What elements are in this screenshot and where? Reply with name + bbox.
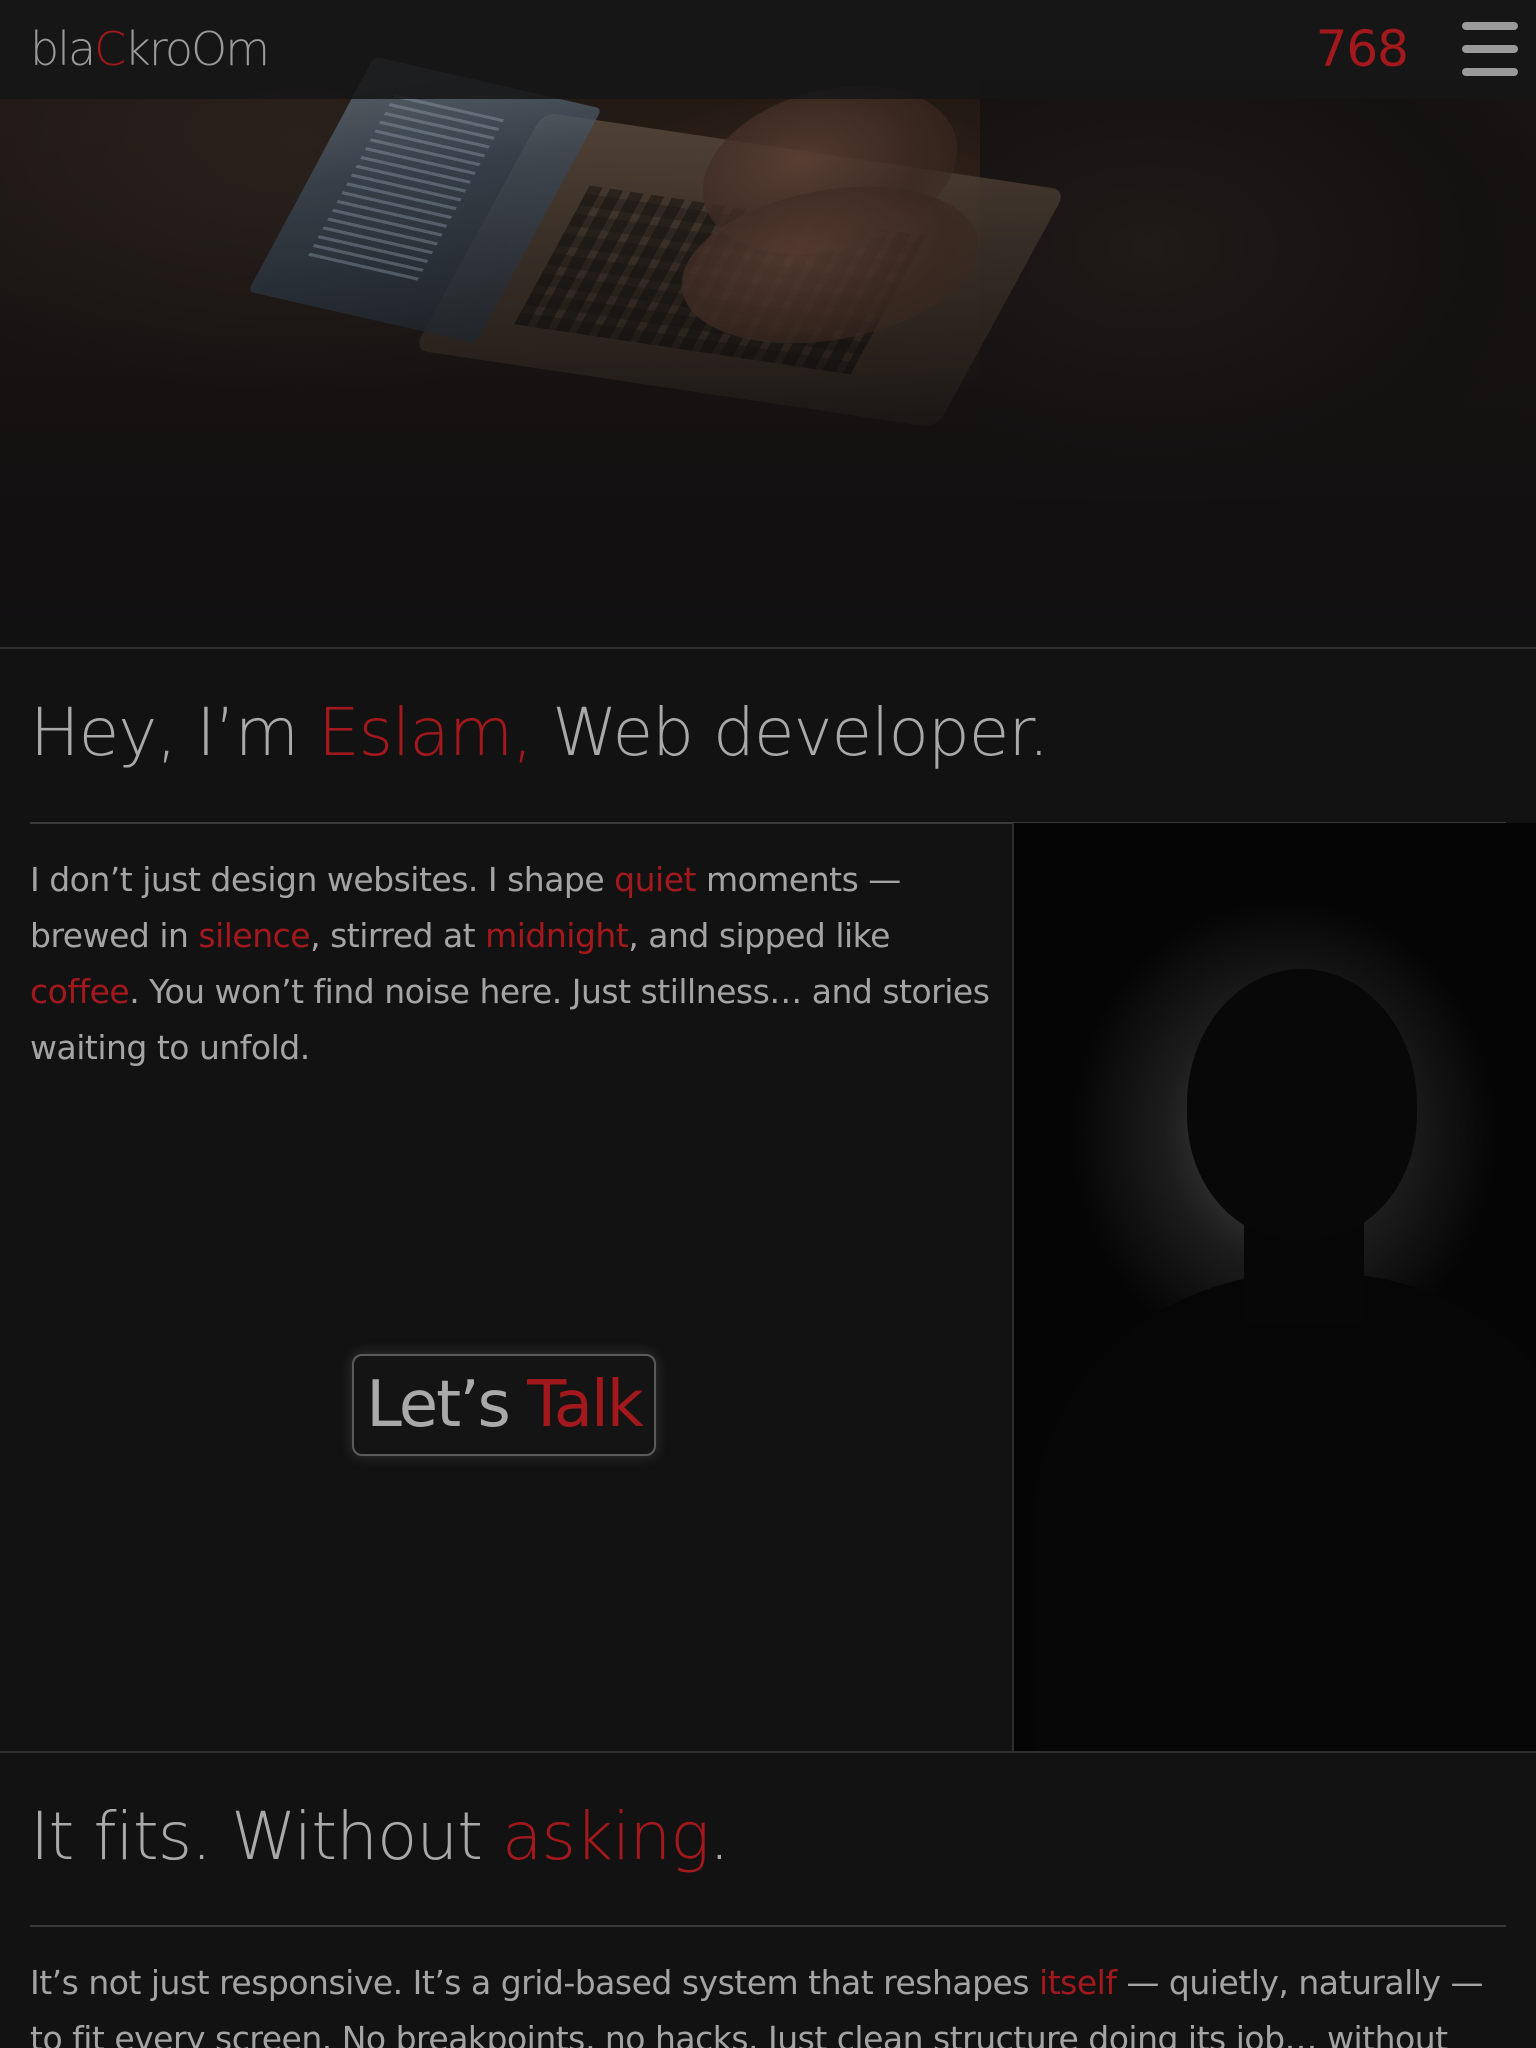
heading-text: It fits. Without <box>30 1798 503 1875</box>
accent-word: silence <box>198 916 311 955</box>
heading-text: Web developer. <box>532 694 1049 771</box>
section-divider <box>0 1751 1536 1753</box>
logo-part: kro <box>124 22 193 76</box>
silhouette-portrait <box>1014 823 1536 1751</box>
logo-accent: C <box>94 22 126 76</box>
fits-divider <box>30 1925 1506 1927</box>
hero-fade <box>0 380 1536 647</box>
heading-text: Hey, I’m <box>30 694 318 771</box>
text-span: . You won’t find noise here. Just stilln… <box>30 972 990 1067</box>
silhouette-body <box>1034 1273 1536 1751</box>
heading-text: . <box>708 1798 730 1875</box>
logo-part: m <box>225 22 270 76</box>
menu-bar <box>1462 68 1518 76</box>
intro-paragraph: I don’t just design websites. I shape qu… <box>30 852 1000 1076</box>
accent-word: midnight <box>485 916 629 955</box>
intro-heading: Hey, I’m Eslam, Web developer. <box>30 694 1049 771</box>
accent-word: coffee <box>30 972 130 1011</box>
menu-bar <box>1462 22 1518 30</box>
site-header: blaCkroOm 768 <box>0 0 1536 99</box>
accent-word: quiet <box>614 860 696 899</box>
cta-text: Let’s <box>366 1368 528 1442</box>
fits-heading: It fits. Without asking. <box>30 1798 730 1875</box>
accent-word: itself <box>1039 1963 1117 2002</box>
text-span: I don’t just design websites. I shape <box>30 860 615 899</box>
heading-accent: asking <box>502 1798 710 1875</box>
cta-accent: Talk <box>527 1368 644 1442</box>
fits-paragraph: It’s not just responsive. It’s a grid-ba… <box>30 1955 1506 2048</box>
text-span: , stirred at <box>310 916 486 955</box>
hamburger-menu-icon[interactable] <box>1462 22 1518 76</box>
lets-talk-button[interactable]: Let’s Talk <box>352 1354 656 1456</box>
menu-bar <box>1462 45 1518 53</box>
logo-part: O <box>190 22 227 76</box>
silhouette-head <box>1187 969 1417 1239</box>
logo-part: bla <box>30 22 96 76</box>
heading-name: Eslam, <box>317 694 533 771</box>
header-counter: 768 <box>1315 20 1409 78</box>
text-span: , and sipped like <box>628 916 890 955</box>
hero-divider <box>0 647 1536 649</box>
text-span: It’s not just responsive. It’s a grid-ba… <box>30 1963 1040 2002</box>
site-logo[interactable]: blaCkroOm <box>30 22 270 76</box>
